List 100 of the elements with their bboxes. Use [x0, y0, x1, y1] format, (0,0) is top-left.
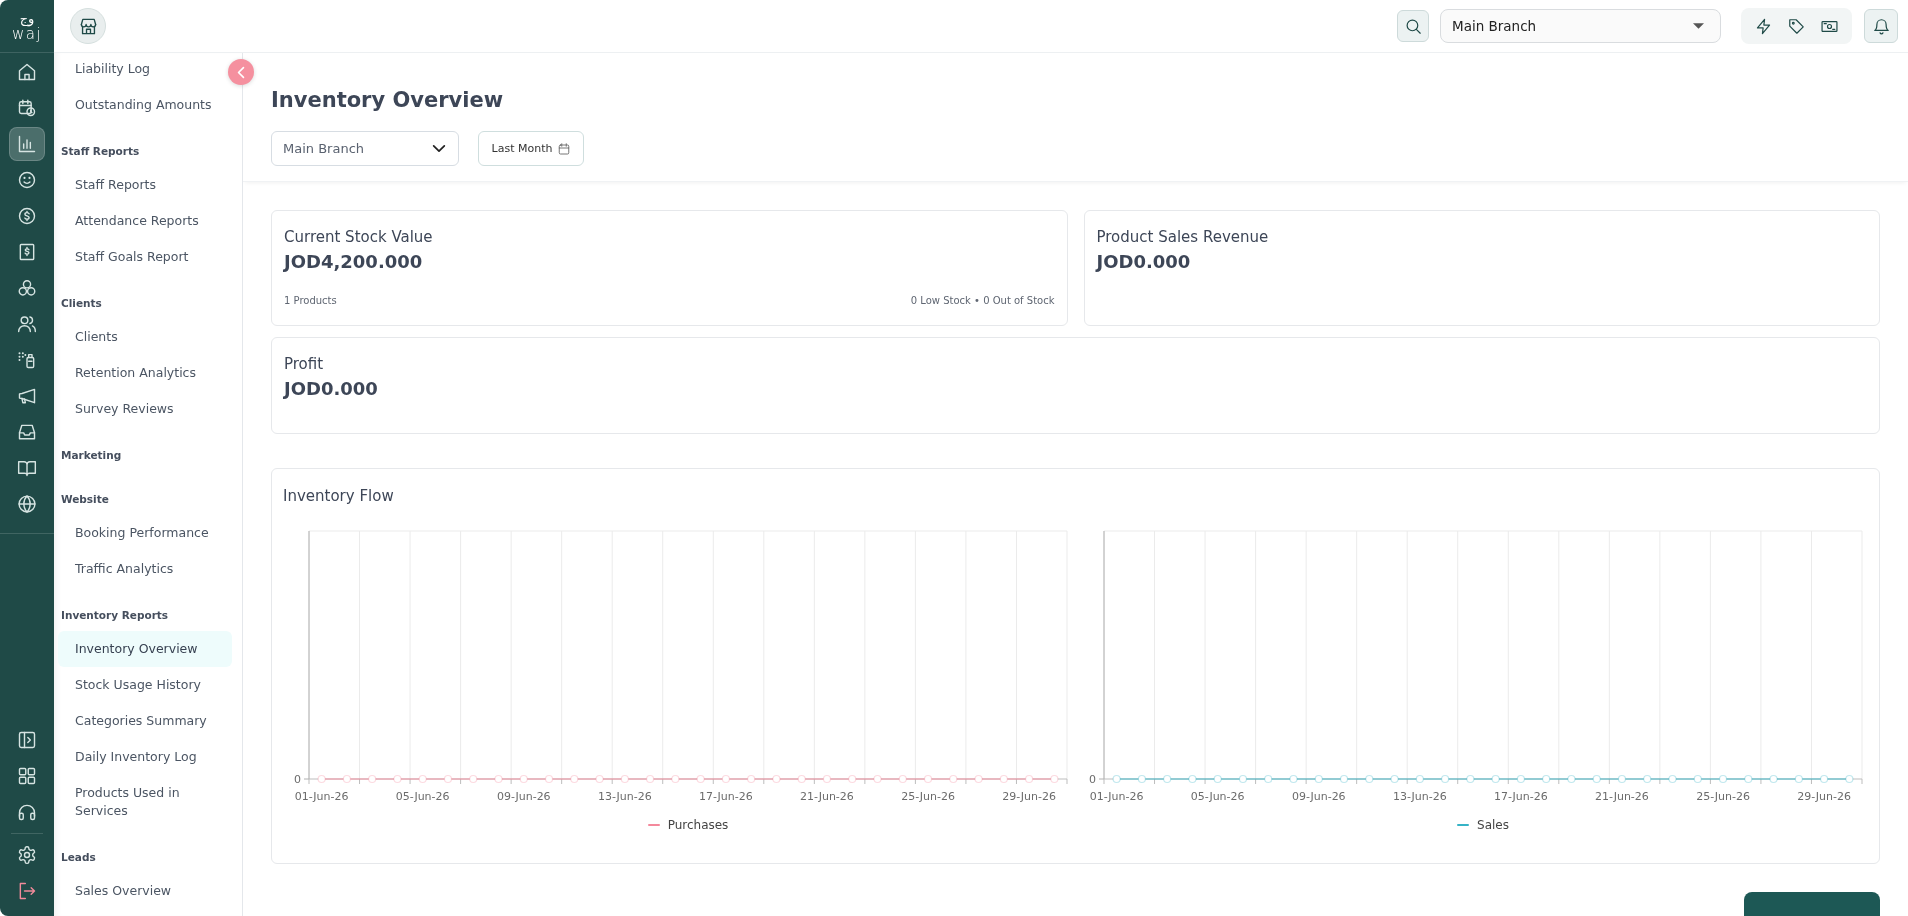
tag-icon[interactable] [1788, 17, 1805, 35]
data-point [393, 774, 402, 784]
data-point [1617, 774, 1627, 784]
data-point [368, 774, 377, 784]
data-point [1050, 774, 1059, 784]
data-point [570, 774, 579, 784]
sidebar-item[interactable]: Booking Performance [58, 515, 232, 551]
data-point [1025, 774, 1034, 784]
data-point [1314, 774, 1323, 784]
spray-bottle-icon [17, 350, 37, 370]
data-point [923, 774, 933, 784]
data-point [1339, 774, 1349, 784]
sidebar-heading: Staff Reports [60, 144, 141, 159]
data-point [469, 774, 478, 784]
data-point [974, 774, 983, 784]
search-button[interactable] [1397, 10, 1429, 42]
sidebar-item[interactable]: Staff Goals Report [58, 239, 232, 275]
data-point [1845, 774, 1854, 784]
sidebar-item[interactable]: Traffic Analytics [58, 551, 232, 587]
data-point [494, 774, 503, 784]
data-point [1491, 774, 1500, 784]
data-point [1441, 774, 1450, 784]
data-point [620, 774, 629, 784]
receipt-icon [17, 242, 37, 262]
stat-footnote: 1 Products [284, 294, 337, 308]
bell-icon [1872, 17, 1890, 35]
inbox-icon [17, 422, 37, 442]
smiley-icon [17, 170, 37, 190]
x-axis-label: 13-Jun-26 [597, 790, 652, 803]
data-point [1516, 774, 1525, 784]
logo-text: waj [11, 25, 43, 42]
sidebar-item[interactable]: Attendance Reports [58, 203, 232, 239]
home-icon [17, 62, 37, 82]
stat-label: Product Sales Revenue [1096, 227, 1270, 248]
data-point [1188, 774, 1197, 784]
data-point [949, 774, 958, 784]
y-axis-label: 0 [294, 773, 301, 786]
data-point [721, 774, 730, 784]
sidebar-item[interactable]: Products Used in Services [58, 775, 232, 829]
x-axis-label: 01-Jun-26 [294, 790, 349, 803]
data-point [1163, 774, 1172, 784]
calendar-clock-icon [17, 98, 37, 118]
data-point [1390, 774, 1399, 784]
data-point [747, 774, 756, 784]
data-point [1137, 774, 1146, 784]
headset-icon [17, 802, 37, 822]
x-axis-label: 09-Jun-26 [496, 790, 551, 803]
data-point [1213, 774, 1222, 784]
sidebar-item[interactable]: Clients [58, 319, 232, 355]
data-point [873, 774, 882, 784]
stat-footnote: 0 Low Stock • 0 Out of Stock [910, 294, 1055, 308]
sidebar-item[interactable]: Staff Reports [58, 167, 232, 203]
chart-title: Inventory Flow [283, 486, 395, 507]
lightning-icon[interactable] [1755, 17, 1772, 35]
sidebar-item[interactable]: Categories Summary [58, 703, 232, 739]
bar-chart-icon [17, 134, 37, 154]
search-icon [1404, 17, 1422, 35]
date-range-button[interactable]: Last Month [478, 131, 584, 166]
x-axis-label: 09-Jun-26 [1291, 790, 1346, 803]
x-axis-label: 21-Jun-26 [800, 790, 854, 803]
branch-filter[interactable]: Main Branch [271, 131, 459, 166]
logout-icon [17, 881, 37, 901]
sidebar-item[interactable]: Daily Inventory Log [58, 739, 232, 775]
stat-value: JOD4,200.000 [284, 250, 424, 274]
sidebar-item[interactable]: Survey Reviews [58, 391, 232, 427]
x-axis-label: 25-Jun-26 [901, 790, 955, 803]
legend-label: Sales [1477, 818, 1509, 832]
sidebar-heading: Clients [60, 296, 103, 311]
data-point [1693, 774, 1702, 784]
data-point [772, 774, 781, 784]
sidebar-item[interactable]: Outstanding Amounts [58, 87, 232, 123]
data-point [1289, 774, 1298, 784]
sidebar-item[interactable]: Retention Analytics [58, 355, 232, 391]
branch-select[interactable]: Main Branch [1440, 9, 1721, 43]
logo-text: وج [19, 10, 35, 26]
bar-chart-nav-button[interactable] [9, 127, 45, 161]
legend-label: Purchases [667, 818, 729, 832]
data-point [797, 774, 806, 784]
x-axis-label: 29-Jun-26 [1002, 790, 1056, 803]
x-axis-label: 17-Jun-26 [1494, 790, 1548, 803]
data-point [1668, 774, 1677, 784]
store-button[interactable] [70, 8, 106, 44]
sidebar-item[interactable]: Liability Log [58, 53, 232, 87]
stat-label: Current Stock Value [284, 227, 434, 248]
data-point [1643, 774, 1652, 784]
sidebar-item[interactable]: Sales Overview [58, 873, 232, 909]
data-point [443, 774, 453, 784]
data-point [822, 774, 832, 784]
sidebar-item[interactable]: Inventory Overview [58, 631, 232, 667]
sidebar-item[interactable]: Stock Usage History [58, 667, 232, 703]
sidebar-heading: Marketing [60, 448, 123, 463]
x-axis-label: 21-Jun-26 [1595, 790, 1649, 803]
stat-value: JOD0.000 [284, 377, 379, 401]
notifications-button[interactable] [1864, 9, 1898, 43]
data-point [519, 774, 528, 784]
data-point [671, 774, 680, 784]
data-point [1567, 774, 1576, 784]
x-axis-label: 29-Jun-26 [1797, 790, 1851, 803]
grid-icon [17, 766, 37, 786]
data-point [1238, 774, 1248, 784]
